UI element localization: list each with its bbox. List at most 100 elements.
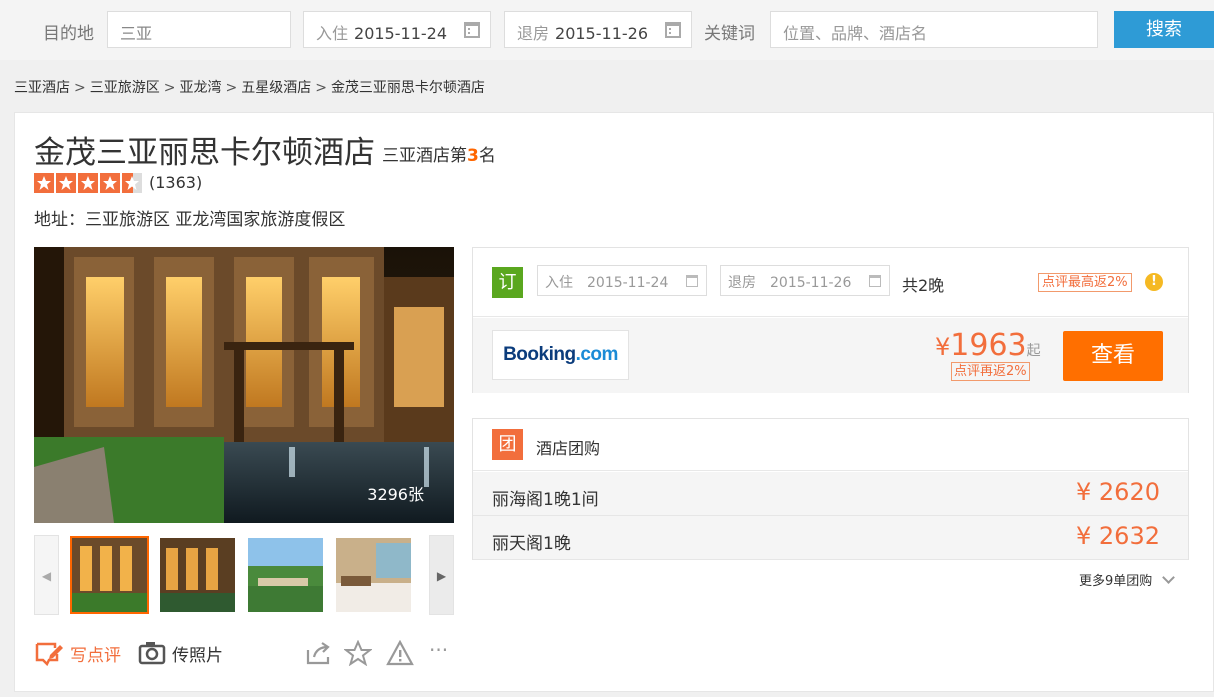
- booking-com-logo[interactable]: Booking.com: [492, 330, 629, 380]
- breadcrumb-item[interactable]: 亚龙湾: [179, 80, 221, 96]
- more-group-deals-link[interactable]: 更多9单团购: [1079, 570, 1176, 589]
- deal-name: 丽海阁1晚1间: [492, 490, 599, 510]
- group-deal-row[interactable]: 丽天阁1晚 ¥ 2632: [473, 516, 1188, 560]
- booking-box: 订 入住 2015-11-24 退房 2015-11-26 共2晚 点评最高返2% …: [472, 247, 1189, 393]
- breadcrumb-item[interactable]: 五星级酒店: [241, 80, 311, 96]
- search-bar: 目的地 三亚 入住 2015-11-24 退房 2015-11-26 关键词 位置、…: [0, 0, 1214, 60]
- star-icon: [100, 173, 120, 193]
- hotel-rank: 三亚酒店第3名: [382, 141, 496, 166]
- star-icon: [56, 173, 76, 193]
- report-button[interactable]: [386, 640, 414, 666]
- group-deal-row[interactable]: 丽海阁1晚1间 ¥ 2620: [473, 472, 1188, 516]
- breadcrumb-current: 金茂三亚丽思卡尔顿酒店: [330, 80, 485, 96]
- star-icon: [78, 173, 98, 193]
- booking-checkout-label: 退房: [728, 275, 756, 291]
- deal-price: ¥ 2620: [1076, 478, 1160, 506]
- booking-offer-row: Booking.com ¥1963起 点评再返2% 查看: [473, 318, 1188, 393]
- rating-stars: [34, 173, 142, 193]
- thumbnail-4[interactable]: [336, 538, 411, 612]
- checkout-label: 退房: [517, 24, 550, 43]
- calendar-icon: [665, 22, 681, 38]
- star-icon: [34, 173, 54, 193]
- rank-number: 3: [467, 146, 479, 166]
- upload-photo-label: 传照片: [172, 645, 223, 666]
- thumbnail-prev-button[interactable]: ◀: [34, 535, 59, 615]
- group-buy-header: 团 酒店团购: [473, 419, 1188, 471]
- calendar-icon: [686, 275, 698, 287]
- booking-checkin-input[interactable]: 入住 2015-11-24: [537, 265, 707, 296]
- booking-checkout-value: 2015-11-26: [770, 275, 852, 291]
- checkin-label: 入住: [316, 24, 349, 43]
- breadcrumb-separator: >: [74, 80, 86, 96]
- thumbnail-next-button[interactable]: ▶: [429, 535, 454, 615]
- thumbnail-strip: ◀ ▶: [34, 535, 454, 615]
- favorite-button[interactable]: [344, 640, 372, 666]
- hotel-address: 地址：三亚旅游区 亚龙湾国家旅游度假区: [34, 210, 346, 230]
- booking-price: ¥1963起: [935, 328, 1041, 363]
- star-outline-icon: [344, 640, 372, 666]
- breadcrumb-item[interactable]: 三亚酒店: [14, 80, 70, 96]
- thumbnail-2[interactable]: [160, 538, 235, 612]
- review-rebate-tag: 点评再返2%: [951, 362, 1030, 381]
- provider-name-suffix: .com: [575, 344, 619, 365]
- write-review-button[interactable]: 写点评: [34, 640, 121, 666]
- thumbnail-3[interactable]: [248, 538, 323, 612]
- rank-suffix: 名: [478, 146, 496, 166]
- booking-checkin-value: 2015-11-24: [587, 275, 669, 291]
- thumbnail-image: [336, 538, 411, 612]
- destination-label: 目的地: [43, 24, 94, 44]
- checkin-input[interactable]: 入住 2015-11-24: [303, 11, 491, 48]
- write-review-label: 写点评: [70, 645, 121, 666]
- rank-prefix: 三亚酒店第: [382, 146, 467, 166]
- nights-count: 共2晚: [902, 276, 945, 295]
- book-badge-icon: 订: [492, 267, 523, 298]
- deal-price: ¥ 2632: [1076, 522, 1160, 550]
- view-offer-button[interactable]: 查看: [1063, 331, 1163, 381]
- review-count[interactable]: (1363): [149, 173, 202, 192]
- upload-photo-button[interactable]: 传照片: [138, 640, 223, 666]
- action-bar: 写点评 传照片 ···: [34, 638, 454, 670]
- provider-name: Booking: [503, 344, 576, 365]
- thumbnail-1[interactable]: [70, 536, 149, 614]
- thumbnail-image: [160, 538, 235, 612]
- destination-input[interactable]: 三亚: [107, 11, 291, 48]
- share-icon: [306, 642, 330, 665]
- breadcrumb: 三亚酒店 > 三亚旅游区 > 亚龙湾 > 五星级酒店 > 金茂三亚丽思卡尔顿酒店: [14, 77, 485, 97]
- calendar-icon: [464, 22, 480, 38]
- search-button[interactable]: 搜索: [1114, 11, 1214, 48]
- thumbnail-image: [72, 538, 147, 612]
- group-buy-title: 酒店团购: [536, 439, 601, 458]
- checkout-input[interactable]: 退房 2015-11-26: [504, 11, 692, 48]
- checkout-value: 2015-11-26: [555, 24, 648, 43]
- hotel-main-photo[interactable]: 3296张: [34, 247, 454, 523]
- warning-icon: [386, 640, 414, 666]
- breadcrumb-separator: >: [163, 80, 176, 96]
- breadcrumb-separator: >: [225, 80, 238, 96]
- calendar-icon: [869, 275, 881, 287]
- booking-checkin-label: 入住: [545, 275, 573, 291]
- price-suffix: 起: [1026, 343, 1041, 359]
- thumbnail-image: [248, 538, 323, 612]
- group-badge-icon: 团: [492, 429, 523, 460]
- breadcrumb-item[interactable]: 三亚旅游区: [90, 80, 160, 96]
- deal-name: 丽天阁1晚: [492, 534, 571, 554]
- more-actions-icon[interactable]: ···: [429, 638, 448, 662]
- chevron-down-icon: [1162, 571, 1176, 584]
- share-button[interactable]: [304, 640, 332, 666]
- camera-icon: [138, 642, 166, 665]
- half-star-icon: [122, 173, 142, 193]
- currency-symbol: ¥: [935, 333, 951, 361]
- keyword-label: 关键词: [704, 24, 755, 44]
- edit-review-icon: [35, 642, 63, 666]
- breadcrumb-separator: >: [315, 80, 327, 96]
- rebate-tag: 点评最高返2%: [1038, 273, 1132, 292]
- checkin-value: 2015-11-24: [354, 24, 447, 43]
- booking-date-row: 订 入住 2015-11-24 退房 2015-11-26 共2晚 点评最高返2% …: [473, 248, 1188, 317]
- keyword-input[interactable]: 位置、品牌、酒店名: [770, 11, 1098, 48]
- hotel-panel: 金茂三亚丽思卡尔顿酒店 三亚酒店第3名 (1363) 地址：三亚旅游区 亚龙湾国…: [14, 112, 1214, 692]
- photo-count: 3296张: [367, 485, 424, 504]
- more-group-deals-label: 更多9单团购: [1079, 574, 1153, 589]
- hotel-name: 金茂三亚丽思卡尔顿酒店: [34, 135, 375, 171]
- info-icon[interactable]: !: [1145, 273, 1163, 291]
- booking-checkout-input[interactable]: 退房 2015-11-26: [720, 265, 890, 296]
